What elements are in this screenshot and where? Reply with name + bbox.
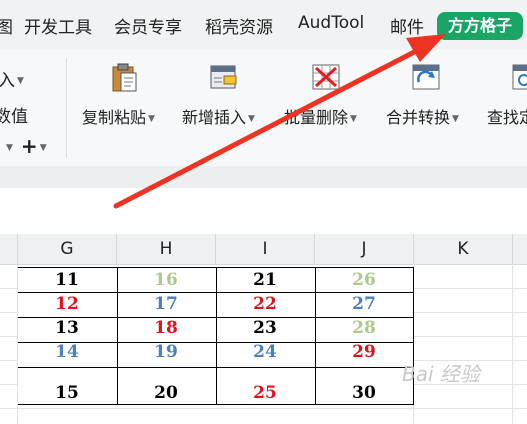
red-arrow-annotation [113,34,446,209]
